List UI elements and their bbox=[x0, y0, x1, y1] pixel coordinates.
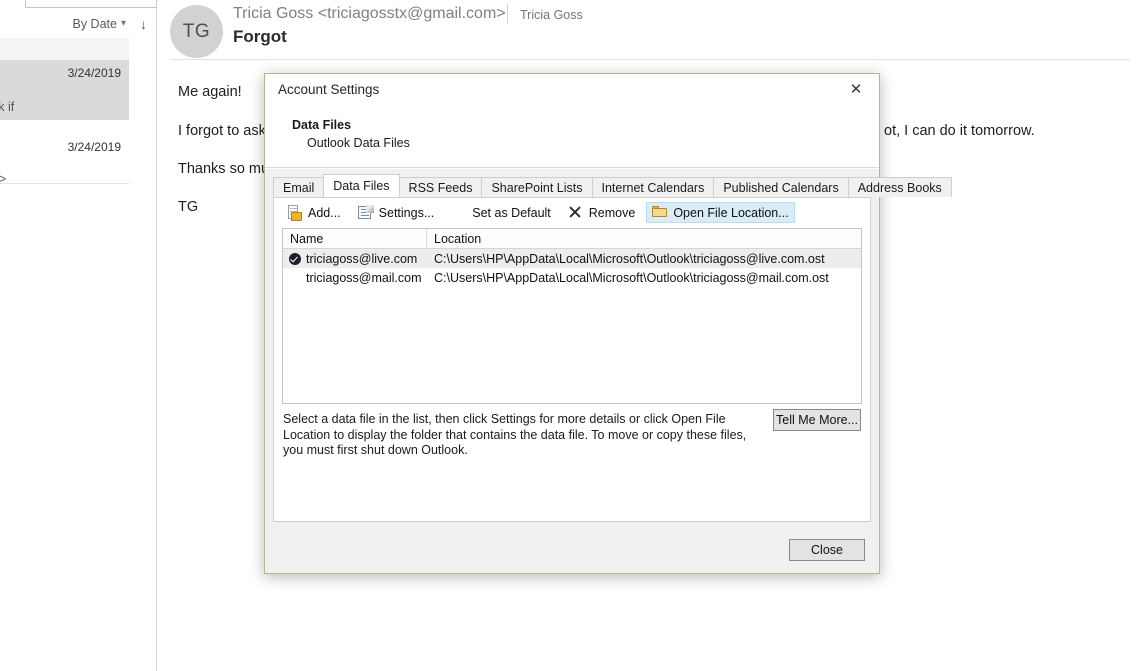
banner-heading: Data Files bbox=[292, 118, 352, 132]
cell-location: C:\Users\HP\AppData\Local\Microsoft\Outl… bbox=[434, 251, 825, 266]
add-data-file-icon bbox=[287, 204, 303, 221]
avatar: TG bbox=[170, 5, 223, 58]
table-row[interactable]: triciagoss@live.com C:\Users\HP\AppData\… bbox=[283, 249, 861, 268]
list-divider bbox=[0, 183, 129, 184]
message-header: TG Tricia Goss <triciagosstx@gmail.com> … bbox=[157, 0, 1136, 64]
add-button[interactable]: Add... bbox=[281, 202, 347, 223]
help-text: Select a data file in the list, then cli… bbox=[283, 412, 747, 457]
column-header-name[interactable]: Name bbox=[283, 229, 427, 248]
cell-name: triciagoss@live.com bbox=[283, 252, 427, 266]
banner-subtext: Outlook Data Files bbox=[307, 136, 410, 150]
list-item[interactable]: 3/24/2019 sk if bbox=[0, 60, 129, 120]
list-item-partial[interactable] bbox=[0, 38, 129, 60]
dialog-footer: Close bbox=[265, 530, 879, 573]
message-body-line: Thanks so muc bbox=[178, 161, 277, 177]
folder-icon bbox=[652, 205, 668, 221]
header-rule bbox=[171, 59, 1130, 60]
check-circle-icon bbox=[451, 205, 467, 221]
tab-rss-feeds[interactable]: RSS Feeds bbox=[398, 177, 483, 197]
set-as-default-button[interactable]: Set as Default bbox=[445, 202, 557, 223]
dialog-banner: Data Files Outlook Data Files bbox=[265, 106, 879, 168]
tab-label: Email bbox=[283, 180, 315, 195]
list-item-date: 3/24/2019 bbox=[67, 66, 121, 80]
close-icon[interactable]: ✕ bbox=[836, 76, 876, 102]
message-body-line: I forgot to ask bbox=[178, 123, 266, 139]
sort-descending-arrow-icon[interactable]: ↓ bbox=[140, 16, 147, 32]
listview-header: Name Location bbox=[283, 229, 861, 249]
default-data-file-icon bbox=[289, 252, 301, 265]
tab-internet-calendars[interactable]: Internet Calendars bbox=[591, 177, 715, 197]
outlook-window: By Date ▾ ↓ 3/24/2019 sk if 3/24/2019 d>… bbox=[0, 0, 1136, 671]
dialog-body: Email Data Files RSS Feeds SharePoint Li… bbox=[265, 169, 952, 530]
remove-button-label: Remove bbox=[588, 205, 636, 220]
command-bar: Add... Settings... Set as Default Remove bbox=[274, 198, 870, 227]
tab-label: Internet Calendars bbox=[601, 180, 705, 195]
sender-name: Tricia Goss bbox=[520, 8, 583, 22]
message-body-line: Me again! bbox=[178, 84, 242, 100]
settings-button-label: Settings... bbox=[378, 205, 435, 220]
tab-email[interactable]: Email bbox=[273, 177, 325, 197]
account-settings-dialog: Account Settings ✕ Data Files Outlook Da… bbox=[264, 73, 952, 574]
tab-label: Published Calendars bbox=[723, 180, 839, 195]
dialog-title: Account Settings bbox=[278, 82, 380, 97]
list-item-snippet: sk if bbox=[0, 100, 15, 114]
tab-sharepoint-lists[interactable]: SharePoint Lists bbox=[481, 177, 593, 197]
search-input[interactable] bbox=[25, 0, 157, 8]
tab-label: RSS Feeds bbox=[408, 180, 473, 195]
set-as-default-label: Set as Default bbox=[472, 205, 551, 220]
message-body-line: TG bbox=[178, 199, 199, 215]
tell-me-more-button[interactable]: Tell Me More... bbox=[773, 409, 861, 431]
data-file-name: triciagoss@live.com bbox=[306, 251, 418, 266]
tab-address-books[interactable]: Address Books bbox=[847, 177, 952, 197]
dialog-titlebar: Account Settings ✕ bbox=[265, 74, 879, 106]
message-list-pane: By Date ▾ ↓ 3/24/2019 sk if 3/24/2019 d> bbox=[0, 0, 157, 671]
tab-data-files[interactable]: Data Files bbox=[323, 174, 400, 197]
tab-label: Address Books bbox=[857, 180, 942, 195]
column-header-location[interactable]: Location bbox=[427, 229, 861, 248]
data-file-name: triciagoss@mail.com bbox=[306, 270, 422, 285]
close-button[interactable]: Close bbox=[789, 539, 865, 561]
tab-label: SharePoint Lists bbox=[491, 180, 583, 195]
header-divider bbox=[507, 4, 508, 24]
chevron-down-icon[interactable]: ▾ bbox=[121, 18, 126, 29]
tab-label: Data Files bbox=[333, 179, 390, 193]
open-file-location-label: Open File Location... bbox=[673, 205, 789, 220]
data-files-panel: Add... Settings... Set as Default Remove bbox=[273, 197, 871, 522]
list-item-date: 3/24/2019 bbox=[67, 140, 121, 154]
open-file-location-button[interactable]: Open File Location... bbox=[646, 202, 795, 223]
add-button-label: Add... bbox=[308, 205, 341, 220]
tab-strip: Email Data Files RSS Feeds SharePoint Li… bbox=[273, 174, 952, 197]
remove-button[interactable]: Remove bbox=[562, 202, 642, 223]
message-subject: Forgot bbox=[233, 27, 287, 46]
table-row[interactable]: triciagoss@mail.com C:\Users\HP\AppData\… bbox=[283, 268, 861, 287]
remove-x-icon bbox=[568, 205, 584, 221]
cell-location: C:\Users\HP\AppData\Local\Microsoft\Outl… bbox=[434, 270, 829, 285]
sort-label: By Date bbox=[72, 17, 117, 31]
settings-page-icon bbox=[357, 204, 374, 221]
sort-control[interactable]: By Date ▾ ↓ bbox=[0, 13, 157, 35]
cell-name: triciagoss@mail.com bbox=[283, 271, 427, 285]
tab-published-calendars[interactable]: Published Calendars bbox=[713, 177, 849, 197]
data-files-listview[interactable]: Name Location triciagoss@live.com C:\Use… bbox=[282, 228, 862, 404]
settings-button[interactable]: Settings... bbox=[352, 202, 441, 223]
message-body-line-tail: ot, I can do it tomorrow. bbox=[884, 123, 1035, 139]
sender-address: Tricia Goss <triciagosstx@gmail.com> bbox=[233, 5, 506, 22]
